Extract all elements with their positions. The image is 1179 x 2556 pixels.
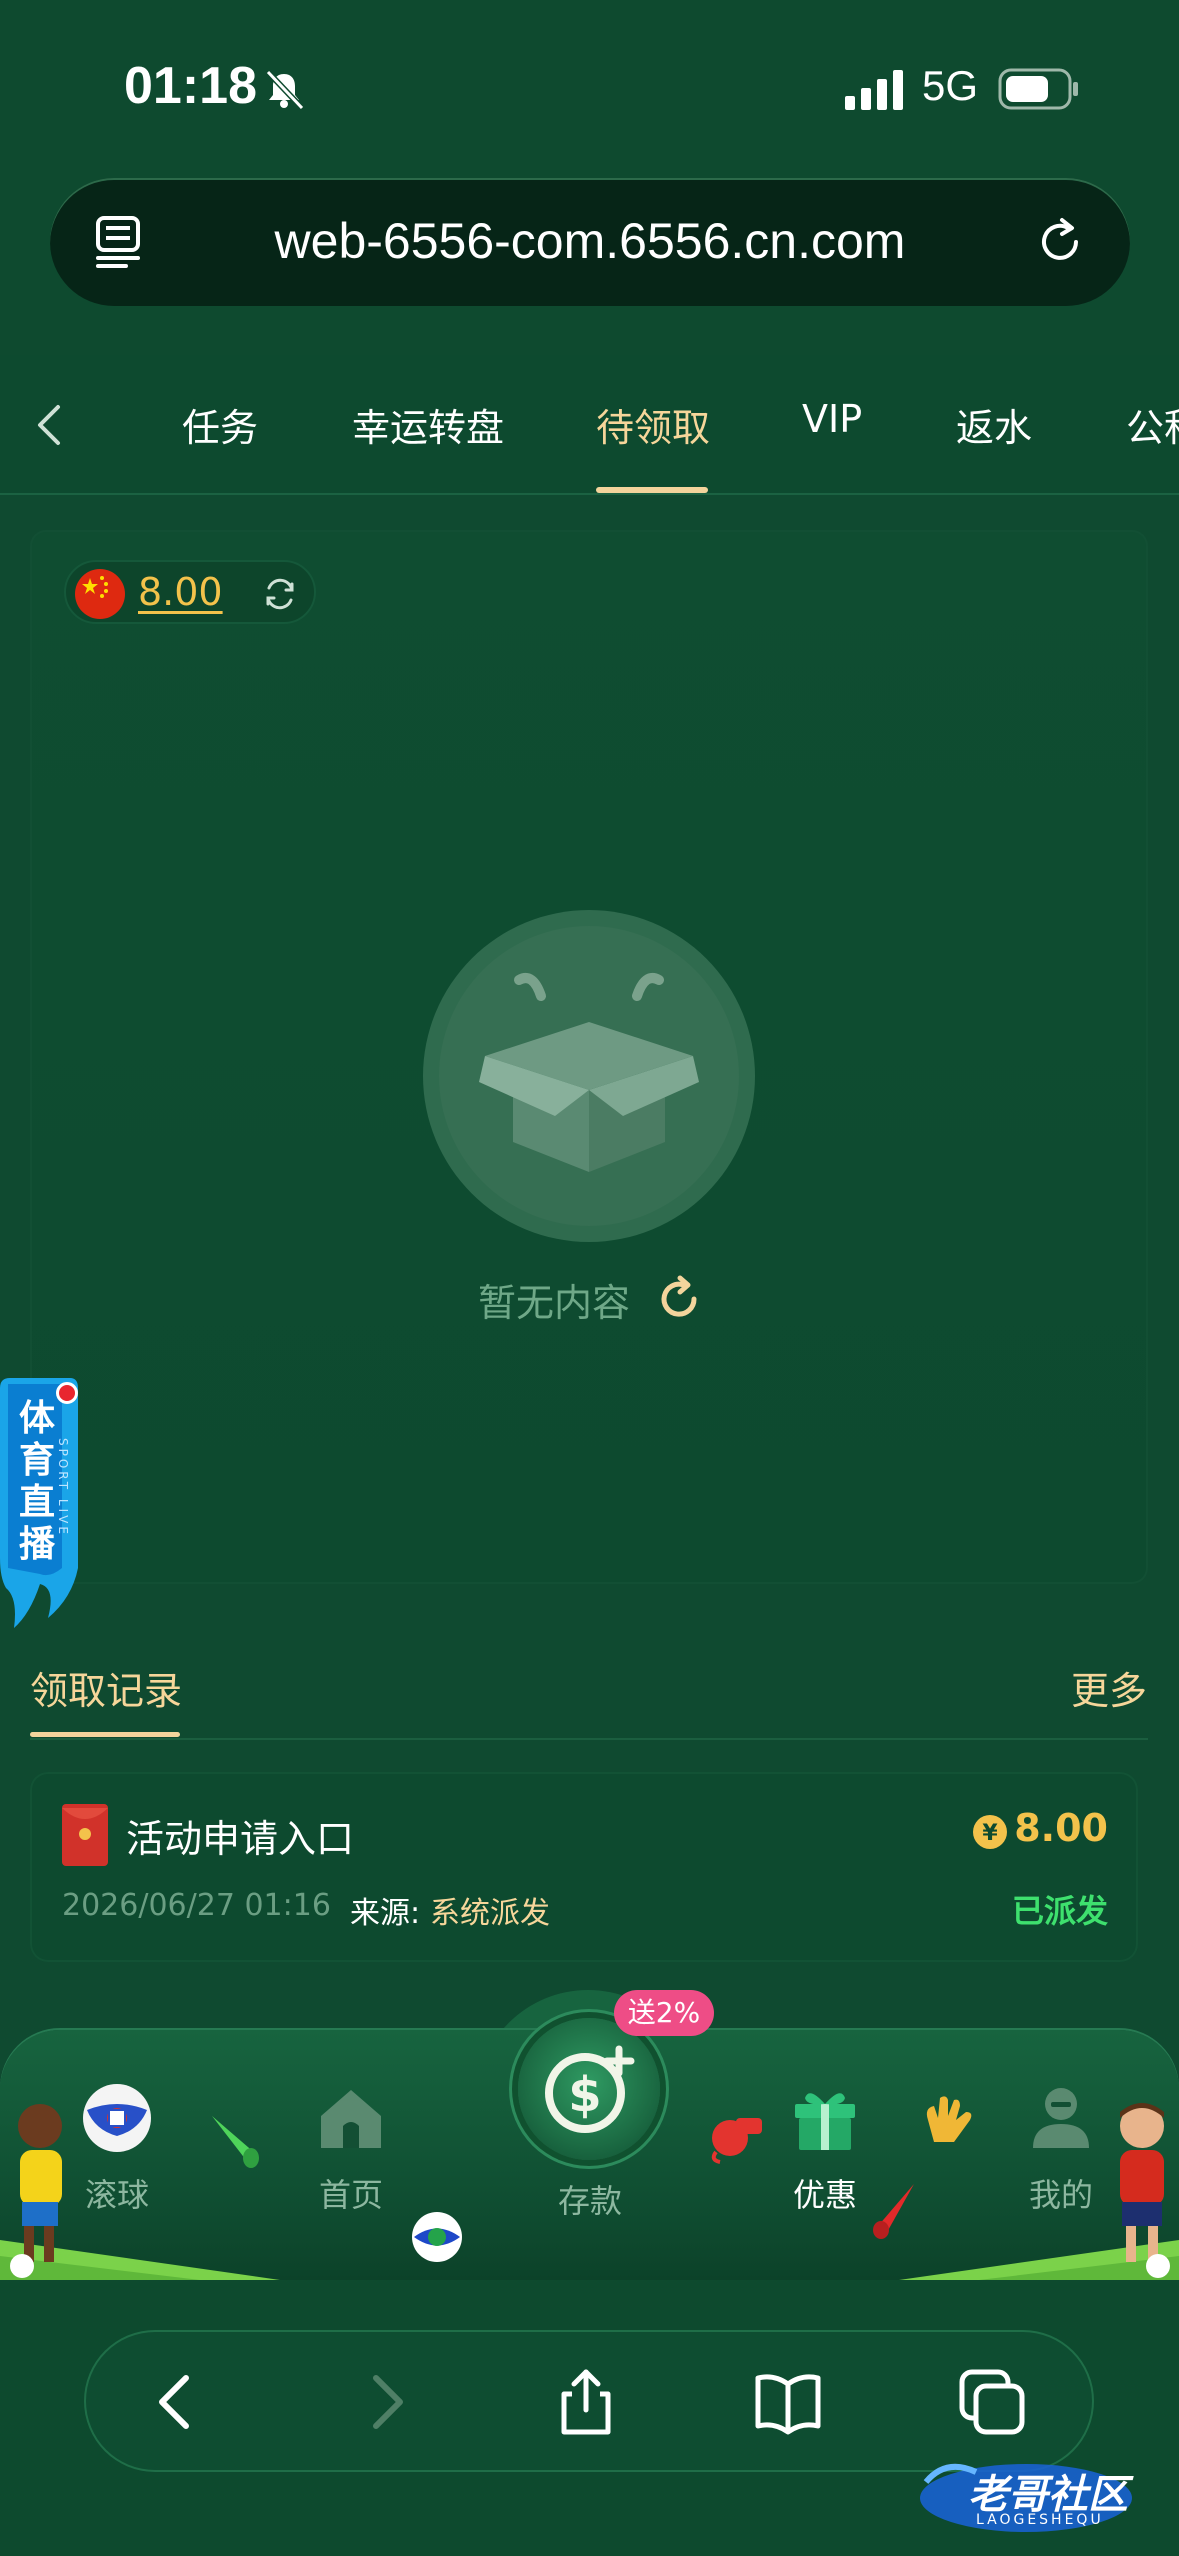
- watermark-subtext: LAOGESHEQU: [976, 2512, 1104, 2528]
- tab-tasks[interactable]: 任务: [182, 397, 258, 452]
- sport-live-label: 体育直播: [18, 1398, 55, 1565]
- glove-icon: [926, 2096, 972, 2142]
- url-text[interactable]: web-6556-com.6556.cn.com: [50, 212, 1130, 270]
- reload-icon[interactable]: [1032, 214, 1088, 270]
- gift-icon: [795, 2093, 855, 2150]
- nav-live-ball[interactable]: 滚球: [52, 2070, 182, 2220]
- status-bar: 01:18 5G: [0, 50, 1179, 130]
- empty-box-icon: [423, 910, 755, 1242]
- sport-live-widget[interactable]: 体育直播 SPORT LIVE: [0, 1378, 82, 1638]
- nav-deposit-label[interactable]: 存款: [540, 2176, 640, 2222]
- pending-panel: 8.00 暂无内容: [30, 530, 1148, 1584]
- records-tab-indicator: [30, 1732, 180, 1737]
- bookmarks-icon[interactable]: [752, 2366, 824, 2438]
- china-flag-icon: [75, 569, 125, 619]
- tab-bar: 任务 幸运转盘 待领取 VIP 返水 公积: [0, 355, 1179, 495]
- status-time: 01:18: [124, 57, 257, 115]
- watermark: 老哥社区 LAOGESHEQU: [916, 2452, 1166, 2542]
- record-source-label: 来源:: [350, 1896, 421, 1931]
- top-area: 01:18 5G web-6556-com.6556.cn.com: [0, 0, 1179, 355]
- tab-pending[interactable]: 待领取: [596, 397, 710, 452]
- tab-rebate[interactable]: 返水: [956, 397, 1032, 452]
- ball-decoration-icon: [412, 2212, 462, 2262]
- share-icon[interactable]: [550, 2366, 622, 2438]
- browser-toolbar: [84, 2330, 1094, 2472]
- empty-refresh-icon[interactable]: [654, 1274, 704, 1324]
- nav-promotions[interactable]: 优惠: [760, 2070, 890, 2220]
- nav-promotions-label: 优惠: [792, 2176, 857, 2214]
- dollar-plus-icon: $: [545, 2045, 635, 2133]
- empty-state-text: 暂无内容: [478, 1281, 631, 1325]
- home-icon: [321, 2090, 381, 2148]
- svg-text:$: $: [568, 2067, 601, 2123]
- yen-coin-icon: ¥: [973, 1815, 1007, 1849]
- url-bar[interactable]: web-6556-com.6556.cn.com: [50, 178, 1130, 306]
- balance-refresh-icon[interactable]: [262, 576, 298, 612]
- sport-live-sublabel: SPORT LIVE: [56, 1438, 70, 1537]
- records-more-link[interactable]: 更多: [1071, 1660, 1147, 1715]
- signal-icon: [845, 70, 903, 110]
- back-chevron-icon[interactable]: [30, 399, 70, 451]
- red-packet-icon: [62, 1804, 108, 1866]
- battery-icon: [998, 68, 1078, 110]
- vuvuzela-green-icon: [212, 2116, 259, 2168]
- tabs-icon[interactable]: [956, 2366, 1028, 2438]
- browser-forward-icon[interactable]: [348, 2366, 420, 2438]
- tab-fund[interactable]: 公积: [1126, 397, 1179, 452]
- nav-profile-label: 我的: [1028, 2176, 1093, 2214]
- records-divider: [30, 1738, 1148, 1740]
- record-item[interactable]: 活动申请入口 ¥ 8.00 2026/06/27 01:16 来源: 系统派发 …: [30, 1772, 1138, 1962]
- deposit-bonus-badge: 送2%: [614, 1990, 714, 2036]
- deposit-button[interactable]: $: [518, 2018, 660, 2160]
- network-type: 5G: [922, 62, 979, 109]
- tab-lucky-wheel[interactable]: 幸运转盘: [352, 397, 504, 452]
- whistle-icon: [711, 2118, 762, 2164]
- record-source: 系统派发: [430, 1896, 550, 1931]
- record-date: 2026/06/27 01:16: [62, 1888, 331, 1923]
- tab-active-indicator: [596, 487, 708, 493]
- nav-home-label: 首页: [318, 2176, 383, 2214]
- record-title: 活动申请入口: [126, 1817, 355, 1861]
- balance-value: 8.00: [138, 570, 223, 614]
- browser-back-icon[interactable]: [142, 2366, 214, 2438]
- record-amount: 8.00: [1014, 1806, 1108, 1850]
- nav-home[interactable]: 首页: [286, 2070, 416, 2220]
- nav-profile[interactable]: 我的: [996, 2070, 1126, 2220]
- balance-chip: 8.00: [64, 560, 316, 624]
- nav-live-ball-label: 滚球: [84, 2176, 149, 2214]
- records-title[interactable]: 领取记录: [30, 1660, 182, 1715]
- bell-muted-icon: [265, 69, 305, 111]
- tab-vip[interactable]: VIP: [802, 397, 862, 441]
- user-icon: [1033, 2088, 1089, 2148]
- soccer-ball-icon: [83, 2084, 151, 2152]
- svg-text:¥: ¥: [982, 1821, 998, 1846]
- record-status: 已派发: [1011, 1892, 1108, 1930]
